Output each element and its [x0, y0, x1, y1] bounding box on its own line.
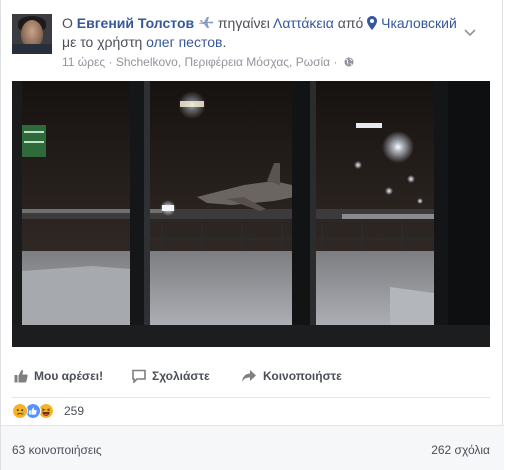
- author-name-link[interactable]: Евгений Толстов: [77, 15, 194, 31]
- reaction-icons[interactable]: [12, 403, 62, 421]
- globe-icon[interactable]: [344, 57, 354, 67]
- like-button-label: Μου αρέσει!: [34, 369, 104, 383]
- meta-separator: ·: [108, 55, 113, 69]
- share-arrow-icon: [242, 370, 256, 382]
- author-avatar[interactable]: [12, 14, 52, 54]
- from-word: από: [337, 15, 364, 31]
- tagged-user-link[interactable]: олег пестов: [146, 34, 222, 50]
- post-actions: Μου αρέσει! Σχολιάστε Κοινοποιήστε: [12, 366, 490, 386]
- post-meta: 11 ώρες · Shchelkovo, Περιφέρεια Μόσχας,…: [62, 55, 354, 69]
- shares-count-link[interactable]: 63 κοινοποιήσεις: [12, 443, 102, 457]
- comments-count-link[interactable]: 262 σχόλια: [431, 443, 490, 457]
- destination-link[interactable]: Λαττάκεια: [273, 15, 334, 31]
- reaction-count[interactable]: 259: [64, 404, 84, 418]
- sad-icon: [12, 403, 28, 419]
- headline-prefix: Ο: [62, 15, 73, 31]
- comment-icon: [132, 369, 146, 383]
- share-button[interactable]: Κοινοποιήστε: [241, 366, 342, 386]
- share-button-label: Κοινοποιήστε: [263, 369, 342, 383]
- thumbs-up-icon: [14, 369, 28, 383]
- activity-text: πηγαίνει: [217, 15, 270, 31]
- comment-button-label: Σχολιάστε: [152, 369, 210, 383]
- location-pin-icon: [367, 16, 378, 30]
- post-card: Ο Евгений Толстов πηγαίνει Λαττάκεια από…: [0, 0, 504, 470]
- post-timestamp[interactable]: 11 ώρες: [62, 55, 105, 69]
- post-headline: Ο Евгений Толстов πηγαίνει Λαττάκεια από…: [62, 14, 464, 52]
- post-location[interactable]: Shchelkovo, Περιφέρεια Μόσχας, Ρωσία: [116, 55, 330, 69]
- post-photo[interactable]: [12, 81, 490, 347]
- origin-link[interactable]: Чкаловский: [381, 15, 457, 31]
- meta-separator: ·: [333, 55, 338, 69]
- post-stats: 63 κοινοποιήσεις 262 σχόλια: [1, 425, 504, 470]
- like-button[interactable]: Μου αρέσει!: [14, 366, 103, 386]
- reactions-row: 259: [12, 397, 490, 421]
- with-text: με το χρήστη: [62, 34, 143, 50]
- comment-button[interactable]: Σχολιάστε: [132, 366, 210, 386]
- airplane-icon: [199, 17, 214, 28]
- headline-end: .: [222, 34, 227, 50]
- chevron-down-icon[interactable]: [464, 29, 476, 37]
